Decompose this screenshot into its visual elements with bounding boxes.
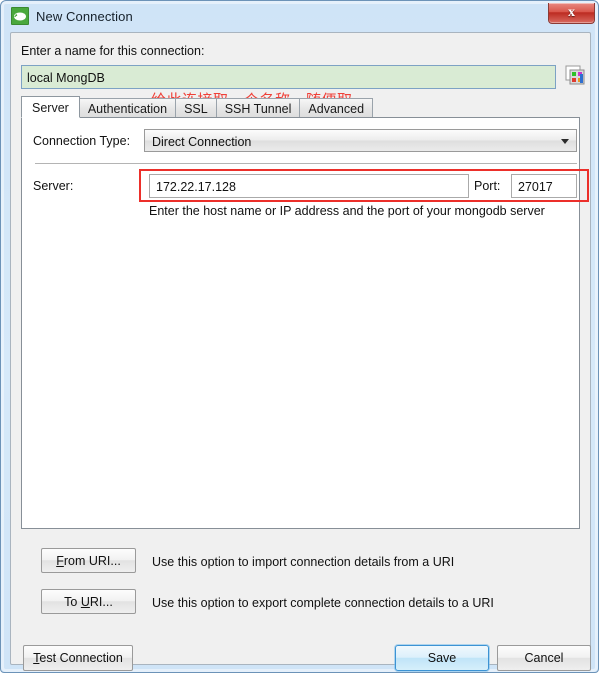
server-hint-text: Enter the host name or IP address and th… <box>149 204 545 218</box>
connection-type-label: Connection Type: <box>33 134 131 148</box>
tab-advanced[interactable]: Advanced <box>299 98 374 118</box>
close-icon: x <box>568 5 575 20</box>
close-button[interactable]: x <box>548 3 595 24</box>
chevron-down-icon <box>561 139 569 144</box>
mongodb-leaf-icon <box>11 7 29 25</box>
to-uri-label-rest: RI... <box>89 594 113 609</box>
server-host-input[interactable]: 172.22.17.128 <box>149 174 469 198</box>
to-uri-description: Use this option to export complete conne… <box>152 596 494 610</box>
save-button[interactable]: Save <box>395 645 489 671</box>
cancel-button-label: Cancel <box>524 651 564 665</box>
to-uri-button[interactable]: To URI... <box>41 589 136 614</box>
color-swatch-icon[interactable] <box>563 64 587 88</box>
window-title-bar[interactable]: New Connection x <box>1 1 598 31</box>
cancel-button[interactable]: Cancel <box>497 645 591 671</box>
dialog-content: Enter a name for this connection: local … <box>11 33 590 614</box>
tab-bar: Server Authentication SSL SSH Tunnel Adv… <box>21 96 374 118</box>
from-uri-label: rom URI... <box>63 553 121 568</box>
from-uri-button[interactable]: From URI... <box>41 548 136 573</box>
tab-server[interactable]: Server <box>21 96 80 118</box>
test-connection-label: est Connection <box>39 651 123 665</box>
to-uri-label-pre: To <box>64 594 81 609</box>
tab-authentication[interactable]: Authentication <box>78 98 177 118</box>
tab-ssl[interactable]: SSL <box>175 98 217 118</box>
connection-name-label: Enter a name for this connection: <box>21 44 205 58</box>
connection-type-value: Direct Connection <box>152 135 252 149</box>
from-uri-description: Use this option to import connection det… <box>152 555 455 569</box>
tab-ssh-tunnel[interactable]: SSH Tunnel <box>215 98 301 118</box>
server-port-input[interactable]: 27017 <box>511 174 577 198</box>
new-connection-window: New Connection x Enter a name for this c… <box>0 0 599 673</box>
save-button-label: Save <box>427 651 457 665</box>
test-connection-button[interactable]: Test Connection <box>23 645 133 671</box>
window-title: New Connection <box>36 8 133 24</box>
from-uri-mnemonic: F <box>56 553 64 568</box>
to-uri-mnemonic: U <box>80 594 90 609</box>
dialog-client-area: Enter a name for this connection: local … <box>10 32 591 671</box>
connection-type-dropdown[interactable]: Direct Connection <box>144 129 577 152</box>
section-divider <box>35 163 577 164</box>
port-label: Port: <box>474 179 501 193</box>
server-label: Server: <box>33 179 74 193</box>
connection-name-input[interactable]: local MongDB <box>21 65 556 89</box>
